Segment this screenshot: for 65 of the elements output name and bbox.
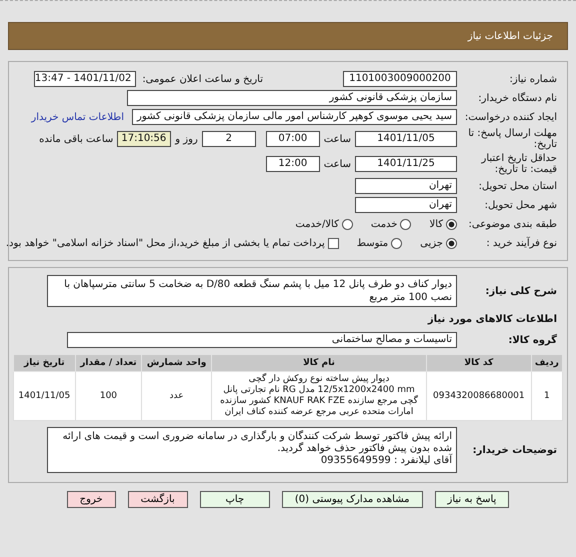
radio-button[interactable] [446,218,457,230]
column-header: نام کالا [211,354,426,372]
notes-line: ارائه پیش فاکتور توسط شرکت کنندگان و بارگذاری در سامانه ضروری است و قیمت های ارائه شده بدون پیش فاکتور حذف خواهد گردید. [62,431,452,454]
section-title: اطلاعات کالاهای مورد نیاز [428,314,558,325]
field-label: گروه کالا: [507,334,558,346]
option-label: خدمت [370,218,398,230]
table-cell: 1401/11/05 [14,372,76,420]
radio-button[interactable] [342,218,353,230]
radio-button[interactable] [391,238,402,248]
table-cell: دیوار پیش ساخته نوع روکش دار گچی 12/5x1200x2400 mm مدل RG نام تجارتی پانل گچی مرجع سازنده KNAUF RAK FZE کشور سازنده امارات متحده عربی مرجع عرضه کننده کناف ایران [211,372,426,420]
action-button[interactable]: بازگشت [128,491,188,508]
announce-date-field: 1401/11/02 - 13:47 [34,71,136,87]
city-field: تهران [355,197,457,213]
column-header: کد کالا [426,354,532,372]
action-button[interactable]: خروج [66,491,116,508]
field-label: ایجاد کننده درخواست: [464,112,558,122]
date-field: 1401/11/05 [355,131,457,147]
time-field: 12:00 [266,156,320,172]
field-label: نوع فرآیند خرید : [485,238,558,248]
action-button[interactable]: مشاهده مدارک پیوستی (0) [282,491,422,508]
field-label: استان محل تحویل: [478,180,558,192]
option-label: کالا/خدمت [295,218,339,230]
field-label: طبقه بندی موضوعی: [468,218,558,230]
time-field: 07:00 [266,131,320,147]
checkbox[interactable] [328,238,339,248]
field-label: نام دستگاه خریدار: [477,92,558,104]
radio-button[interactable] [400,218,412,230]
days-field: 2 [202,131,256,147]
field-label: شماره نیاز: [508,74,558,84]
table-cell: عدد [142,372,212,420]
remaining-time-field: 17:10:56 [117,131,172,147]
table-cell: 1 [531,372,562,420]
field-label: ساعت باقی مانده [39,134,114,144]
option-label: متوسط [356,238,388,248]
checkbox-label: پرداخت تمام یا بخشی از مبلغ خرید،از محل "اسناد خزانه اسلامی" خواهد بود. [6,238,325,248]
notes-line: آقای لیلانفرد : 09355649599 [320,455,452,467]
column-header: ردیف [531,354,562,372]
field-label: حداقل تاریخ اعتبار قیمت: تا تاریخ: [480,153,558,175]
field-label: ساعت [324,158,351,170]
creator-field: سید یحیی موسوی کوهپر کارشناس امور مالی سازمان پزشکی قانونی کشور [132,109,457,125]
goods-group-field: تاسیسات و مصالح ساختمانی [67,332,457,348]
header-title: جزئیات اطلاعات نیاز [468,30,553,42]
action-button[interactable]: پاسخ به نیاز [434,491,510,508]
option-label: جزیی [420,238,443,248]
field-label: توضیحات خریدار: [472,444,558,456]
date-field: 1401/11/25 [355,156,457,172]
field-label: شهر محل تحویل: [484,200,558,210]
buyer-org-field: سازمان پزشکی قانونی کشور [127,90,457,106]
column-header: تاریخ نیاز [14,354,76,372]
field-label: روز و [175,134,198,144]
field-label: ساعت [324,134,351,144]
field-label: شرح کلی نیاز: [484,286,558,296]
description-field: دیوار کناف دو طرف پانل 12 میل با پشم سنگ قطعه D/80 به ضخامت 5 سانتی مترسپاهان با نصب 100 متر مربع [47,275,457,307]
table-cell: 100 [75,372,142,420]
contact-link[interactable]: اطلاعات تماس خریدار [31,112,124,122]
column-header: تعداد / مقدار [75,354,142,372]
province-field: تهران [355,178,457,194]
column-header: واحد شمارش [142,354,212,372]
table-cell: 0934320086680001 [426,372,532,420]
field-label: تاریخ و ساعت اعلان عمومی: [142,74,263,84]
action-button[interactable]: چاپ [200,491,270,508]
option-label: کالا [429,218,443,230]
radio-button[interactable] [446,238,457,248]
field-label: مهلت ارسال پاسخ: تا تاریخ: [467,128,558,150]
need-number-field: 1101003009000200 [343,71,457,87]
